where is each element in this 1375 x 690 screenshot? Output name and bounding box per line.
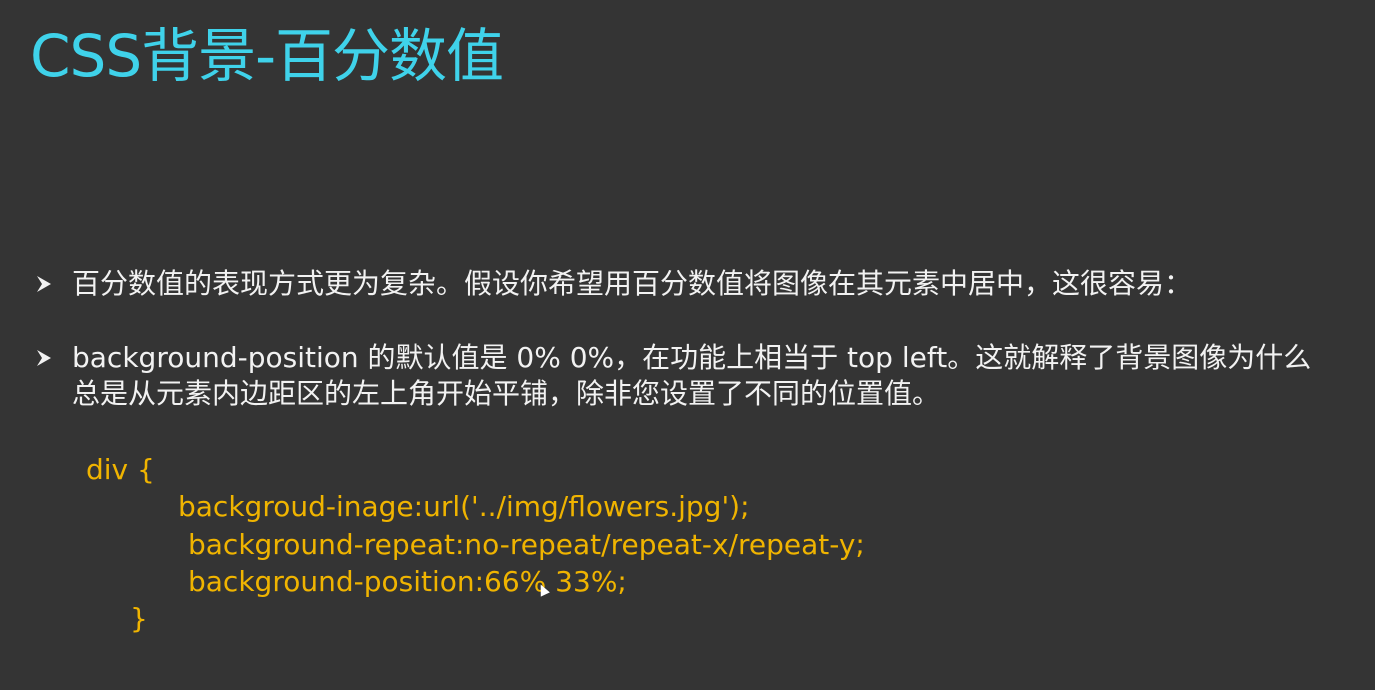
code-line: div { xyxy=(86,453,155,486)
bullet-text: 百分数值的表现方式更为复杂。假设你希望用百分数值将图像在其元素中居中，这很容易： xyxy=(72,267,1193,300)
code-line: } xyxy=(130,602,148,635)
bullet-item: 百分数值的表现方式更为复杂。假设你希望用百分数值将图像在其元素中居中，这很容易： xyxy=(32,266,1332,302)
bullet-text: background-position 的默认值是 0% 0%，在功能上相当于 … xyxy=(72,341,1312,410)
arrow-bullet-icon xyxy=(32,266,56,302)
arrow-bullet-icon xyxy=(32,340,56,376)
code-line: backgroud-inage:url('../img/flowers.jpg'… xyxy=(178,490,750,523)
slide-title: CSS背景-百分数值 xyxy=(30,22,504,90)
code-line: background-repeat:no-repeat/repeat-x/rep… xyxy=(188,528,865,561)
bullet-item: background-position 的默认值是 0% 0%，在功能上相当于 … xyxy=(32,340,1332,412)
code-line: background-position:66% 33%; xyxy=(188,565,627,598)
slide: CSS背景-百分数值 百分数值的表现方式更为复杂。假设你希望用百分数值将图像在其… xyxy=(0,0,1375,690)
